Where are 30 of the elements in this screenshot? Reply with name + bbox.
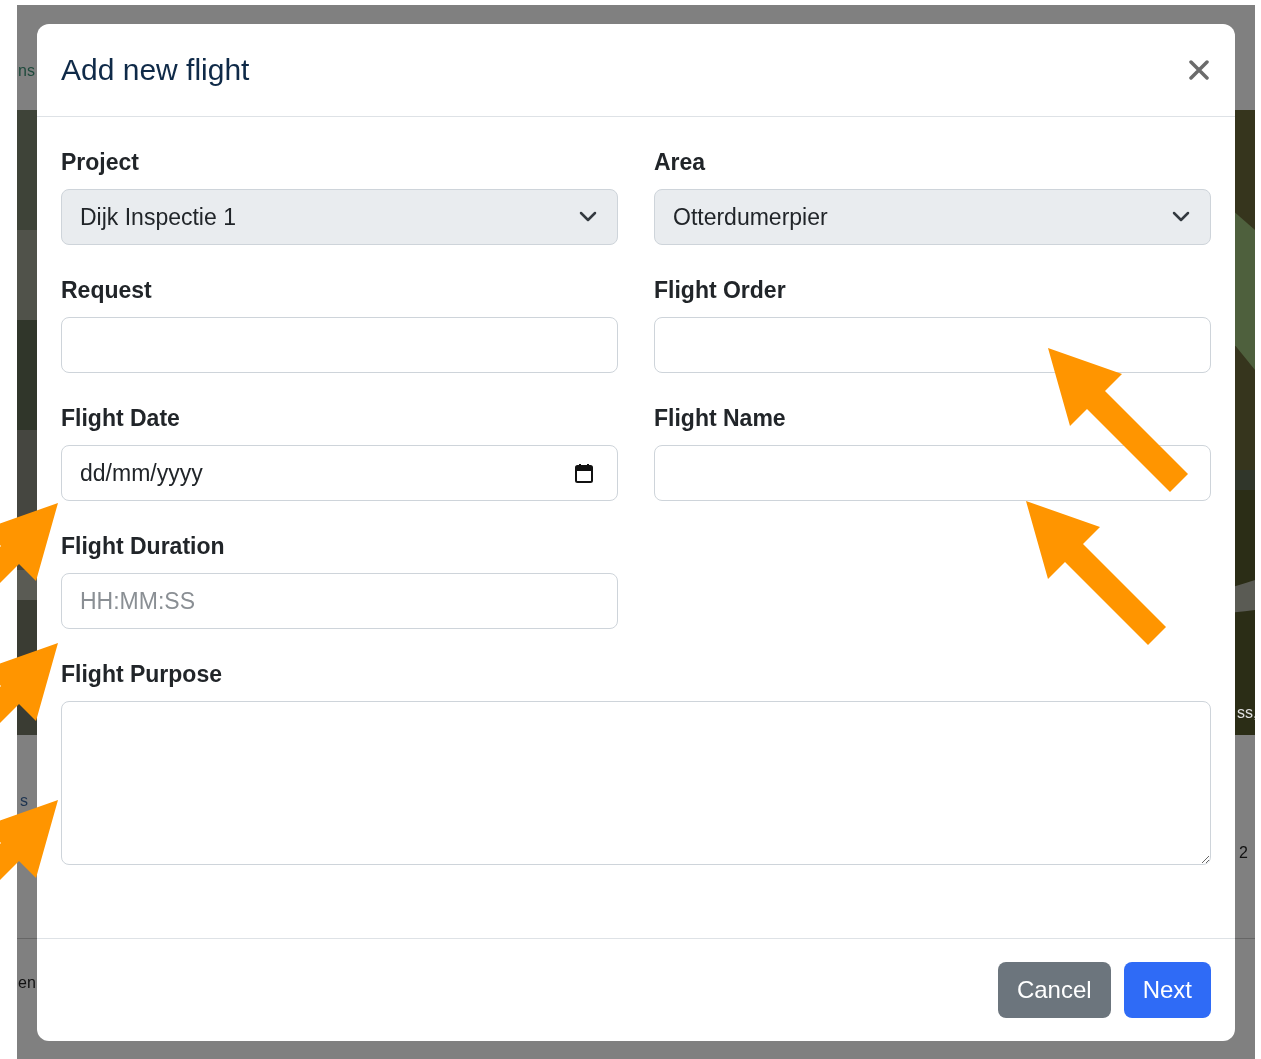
dialog-title: Add new flight bbox=[61, 55, 250, 85]
select-field[interactable]: Otterdumerpier bbox=[654, 189, 1211, 245]
field-label: Flight Duration bbox=[61, 532, 226, 561]
field-label: Project bbox=[61, 148, 140, 177]
input-field[interactable] bbox=[654, 317, 1211, 373]
arrow-icon bbox=[1048, 348, 1188, 492]
close-icon[interactable] bbox=[1189, 60, 1209, 80]
field-label: Area bbox=[654, 148, 707, 177]
cancel-button[interactable]: Cancel bbox=[997, 962, 1111, 1018]
chevron-down-icon bbox=[1172, 211, 1190, 223]
input-field[interactable] bbox=[61, 317, 618, 373]
background-text: 2 bbox=[1239, 845, 1248, 861]
field-label: Flight Order bbox=[654, 276, 787, 305]
input-field[interactable]: HH:MM:SS bbox=[61, 573, 618, 629]
chevron-down-icon bbox=[579, 211, 597, 223]
arrow-icon bbox=[0, 503, 58, 583]
next-button[interactable]: Next bbox=[1123, 962, 1211, 1018]
field-label: Flight Name bbox=[654, 404, 787, 433]
select-field[interactable]: Dijk Inspectie 1 bbox=[61, 189, 618, 245]
background-text: ns bbox=[18, 63, 35, 79]
field-label: Request bbox=[61, 276, 153, 305]
field-label: Flight Purpose bbox=[61, 660, 223, 689]
arrow-icon bbox=[1026, 501, 1166, 645]
background-text: en bbox=[18, 975, 36, 991]
field-label: Flight Date bbox=[61, 404, 181, 433]
input-field[interactable] bbox=[654, 445, 1211, 501]
date-field[interactable]: dd/mm/yyyy bbox=[61, 445, 618, 501]
calendar-icon[interactable] bbox=[575, 463, 593, 483]
background-text: s bbox=[20, 793, 28, 809]
arrow-icon bbox=[0, 643, 58, 723]
